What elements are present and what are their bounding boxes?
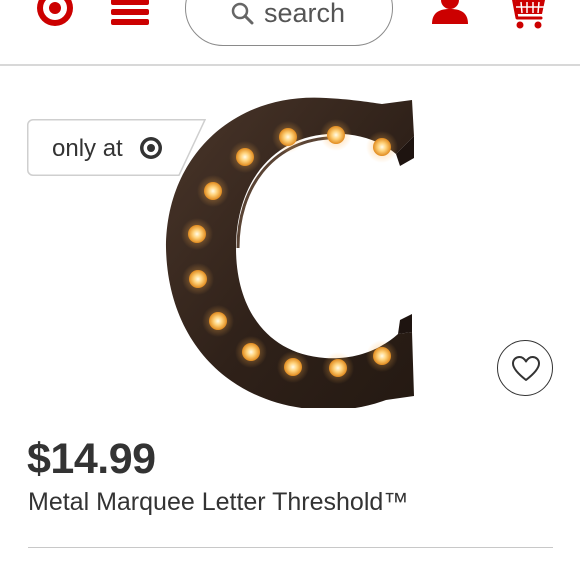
heart-icon bbox=[512, 356, 540, 381]
content-divider bbox=[28, 547, 553, 548]
search-input[interactable] bbox=[264, 0, 384, 30]
top-navigation-bar bbox=[0, 0, 580, 64]
account-icon[interactable] bbox=[430, 0, 470, 28]
header-divider bbox=[0, 64, 580, 66]
search-box[interactable] bbox=[185, 0, 393, 46]
cart-icon[interactable] bbox=[505, 0, 547, 32]
only-at-badge: only at bbox=[27, 119, 206, 176]
menu-icon[interactable] bbox=[111, 0, 149, 28]
target-logo-icon[interactable] bbox=[34, 0, 76, 32]
badge-label: only at bbox=[52, 135, 123, 162]
product-title[interactable]: Metal Marquee Letter Threshold™ bbox=[28, 488, 408, 517]
favorite-button[interactable] bbox=[497, 340, 553, 396]
product-price: $14.99 bbox=[27, 435, 156, 483]
search-icon bbox=[231, 2, 254, 25]
target-bullseye-icon bbox=[140, 137, 162, 159]
